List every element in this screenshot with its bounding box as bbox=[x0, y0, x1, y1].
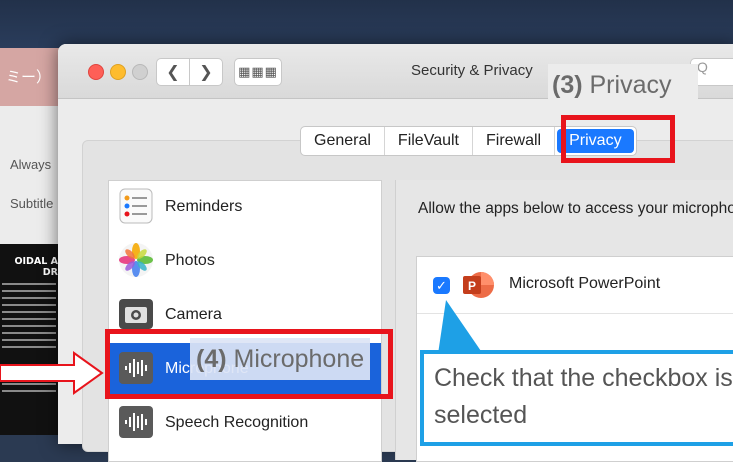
chevron-right-icon: ❯ bbox=[199, 64, 213, 81]
doc-text-line bbox=[2, 346, 56, 348]
window-title: Security & Privacy bbox=[411, 62, 533, 79]
photos-icon bbox=[119, 243, 153, 277]
powerpoint-microphone-checkbox[interactable]: ✓ bbox=[433, 277, 450, 294]
sidebar-item-label: Photos bbox=[165, 252, 215, 269]
svg-text:P: P bbox=[468, 279, 476, 293]
privacy-step-number: (3) bbox=[552, 71, 583, 99]
minimize-window-button[interactable] bbox=[110, 64, 126, 80]
sidebar-item-label: Reminders bbox=[165, 198, 243, 215]
privacy-step-label: (3) Privacy bbox=[548, 64, 698, 106]
chevron-left-icon: ❮ bbox=[166, 64, 180, 81]
instruction-callout: Check that the checkbox is selected bbox=[420, 350, 733, 446]
microphone-step-number: (4) bbox=[196, 345, 227, 373]
microphone-step-text: Microphone bbox=[226, 345, 365, 373]
background-label-subtitle: Subtitle bbox=[10, 196, 54, 211]
reminders-icon bbox=[119, 188, 153, 224]
arrow-right-icon bbox=[0, 351, 104, 395]
microphone-step-label: (4) Microphone bbox=[190, 338, 371, 380]
sidebar-item-label: Camera bbox=[165, 306, 222, 323]
zoom-window-button[interactable] bbox=[132, 64, 148, 80]
tab-firewall[interactable]: Firewall bbox=[473, 127, 556, 155]
doc-text-line bbox=[2, 318, 56, 320]
back-button[interactable]: ❮ bbox=[156, 58, 190, 86]
doc-text-line bbox=[2, 297, 56, 299]
sidebar-item-speech-recognition[interactable]: Speech Recognition bbox=[109, 397, 381, 451]
privacy-step-text: Privacy bbox=[582, 71, 672, 99]
close-window-button[interactable] bbox=[88, 64, 104, 80]
doc-text-line bbox=[2, 283, 56, 285]
show-all-button[interactable]: ▦▦▦ bbox=[234, 58, 282, 86]
callout-text: Check that the checkbox is selected bbox=[434, 364, 733, 429]
permission-description: Allow the apps below to access your micr… bbox=[418, 200, 733, 217]
sidebar-item-reminders[interactable]: Reminders bbox=[109, 181, 381, 235]
callout-pointer bbox=[438, 300, 483, 354]
background-window-title: ミー） bbox=[6, 69, 52, 86]
sidebar-item-label: Speech Recognition bbox=[165, 414, 309, 431]
powerpoint-icon: P bbox=[463, 272, 494, 298]
background-label-always: Always bbox=[10, 157, 52, 172]
doc-text-line bbox=[2, 290, 56, 292]
background-document-title: OIDAL A DR bbox=[14, 256, 58, 278]
doc-text-line bbox=[2, 339, 56, 341]
app-name: Microsoft PowerPoint bbox=[509, 275, 661, 292]
tab-filevault[interactable]: FileVault bbox=[385, 127, 473, 155]
forward-button[interactable]: ❯ bbox=[189, 58, 223, 86]
doc-text-line bbox=[2, 325, 56, 327]
doc-text-line bbox=[2, 332, 56, 334]
doc-text-line bbox=[2, 311, 56, 313]
sidebar-item-photos[interactable]: Photos bbox=[109, 235, 381, 289]
doc-text-line bbox=[2, 304, 56, 306]
speech-recognition-icon bbox=[119, 406, 153, 438]
grid-icon: ▦▦▦ bbox=[238, 64, 278, 79]
privacy-category-list: Reminders Photos Camera Micr bbox=[108, 180, 382, 462]
privacy-tab-highlight bbox=[561, 115, 675, 163]
camera-icon bbox=[119, 299, 153, 329]
tab-general[interactable]: General bbox=[301, 127, 385, 155]
